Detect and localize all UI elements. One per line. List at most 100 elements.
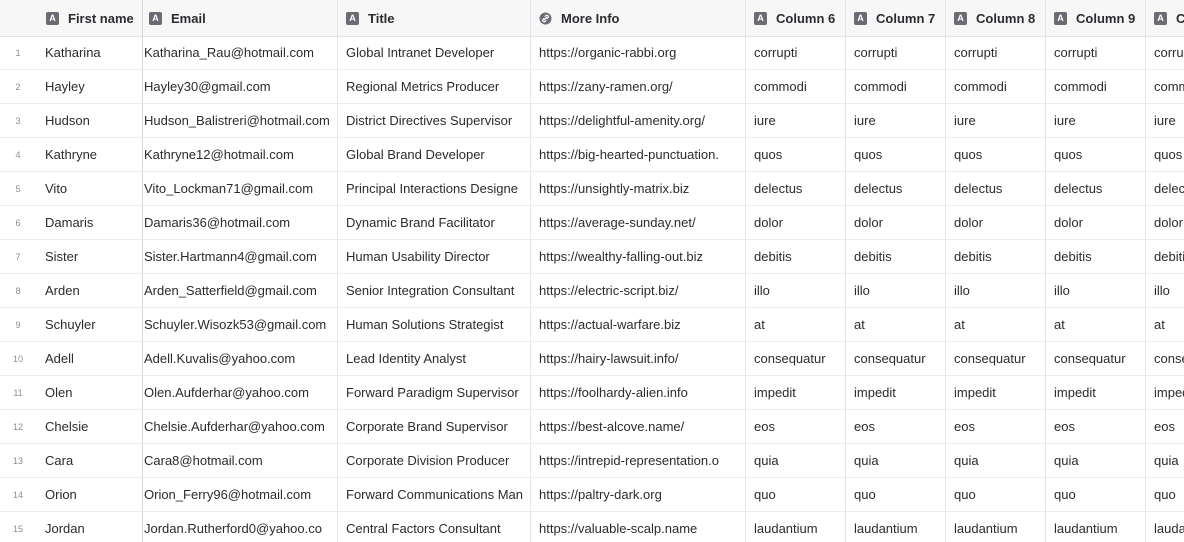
- cell-first-name[interactable]: Olen: [36, 376, 143, 409]
- cell-column-9[interactable]: illo: [1046, 274, 1146, 307]
- cell-column-6[interactable]: debitis: [746, 240, 846, 273]
- cell-more-info[interactable]: https://delightful-amenity.org/: [531, 104, 746, 137]
- cell-title[interactable]: Global Brand Developer: [338, 138, 531, 171]
- cell-column-10[interactable]: impedit: [1146, 376, 1184, 409]
- cell-title[interactable]: Senior Integration Consultant: [338, 274, 531, 307]
- cell-column-9[interactable]: laudantium: [1046, 512, 1146, 542]
- cell-column-10[interactable]: iure: [1146, 104, 1184, 137]
- cell-title[interactable]: Dynamic Brand Facilitator: [338, 206, 531, 239]
- cell-first-name[interactable]: Chelsie: [36, 410, 143, 443]
- cell-first-name[interactable]: Orion: [36, 478, 143, 511]
- cell-more-info[interactable]: https://zany-ramen.org/: [531, 70, 746, 103]
- cell-more-info[interactable]: https://foolhardy-alien.info: [531, 376, 746, 409]
- cell-column-8[interactable]: illo: [946, 274, 1046, 307]
- cell-more-info[interactable]: https://best-alcove.name/: [531, 410, 746, 443]
- cell-title[interactable]: Forward Paradigm Supervisor: [338, 376, 531, 409]
- cell-more-info[interactable]: https://hairy-lawsuit.info/: [531, 342, 746, 375]
- cell-column-6[interactable]: eos: [746, 410, 846, 443]
- cell-column-9[interactable]: quia: [1046, 444, 1146, 477]
- cell-first-name[interactable]: Katharina: [36, 36, 143, 69]
- cell-column-6[interactable]: quos: [746, 138, 846, 171]
- cell-email[interactable]: Hudson_Balistreri@hotmail.com: [143, 104, 338, 137]
- cell-column-10[interactable]: corrupti: [1146, 36, 1184, 69]
- table-row[interactable]: 11 Olen Olen.Aufderhar@yahoo.com Forward Pa…: [0, 376, 1184, 410]
- table-row[interactable]: 7 Sister Sister.Hartmann4@gmail.com Human U…: [0, 240, 1184, 274]
- cell-column-10[interactable]: delectus: [1146, 172, 1184, 205]
- cell-column-6[interactable]: delectus: [746, 172, 846, 205]
- cell-column-8[interactable]: debitis: [946, 240, 1046, 273]
- cell-column-7[interactable]: laudantium: [846, 512, 946, 542]
- cell-title[interactable]: Regional Metrics Producer: [338, 70, 531, 103]
- cell-more-info[interactable]: https://intrepid-representation.o: [531, 444, 746, 477]
- cell-column-6[interactable]: laudantium: [746, 512, 846, 542]
- cell-column-8[interactable]: consequatur: [946, 342, 1046, 375]
- cell-column-10[interactable]: consequatur: [1146, 342, 1184, 375]
- cell-column-8[interactable]: iure: [946, 104, 1046, 137]
- cell-column-8[interactable]: laudantium: [946, 512, 1046, 542]
- cell-column-6[interactable]: iure: [746, 104, 846, 137]
- column-header-email[interactable]: A Email: [143, 0, 338, 36]
- column-header-column-9[interactable]: A Column 9: [1046, 0, 1146, 36]
- cell-column-8[interactable]: corrupti: [946, 36, 1046, 69]
- cell-column-6[interactable]: illo: [746, 274, 846, 307]
- cell-title[interactable]: Corporate Division Producer: [338, 444, 531, 477]
- cell-email[interactable]: Damaris36@hotmail.com: [143, 206, 338, 239]
- cell-more-info[interactable]: https://big-hearted-punctuation.: [531, 138, 746, 171]
- cell-title[interactable]: District Directives Supervisor: [338, 104, 531, 137]
- cell-column-6[interactable]: impedit: [746, 376, 846, 409]
- cell-column-6[interactable]: dolor: [746, 206, 846, 239]
- cell-title[interactable]: Lead Identity Analyst: [338, 342, 531, 375]
- cell-column-7[interactable]: at: [846, 308, 946, 341]
- cell-column-8[interactable]: quo: [946, 478, 1046, 511]
- cell-email[interactable]: Chelsie.Aufderhar@yahoo.com: [143, 410, 338, 443]
- table-row[interactable]: 8 Arden Arden_Satterfield@gmail.com Senior …: [0, 274, 1184, 308]
- cell-column-9[interactable]: impedit: [1046, 376, 1146, 409]
- cell-more-info[interactable]: https://valuable-scalp.name: [531, 512, 746, 542]
- column-header-more-info[interactable]: More Info: [531, 0, 746, 36]
- cell-column-10[interactable]: debitis: [1146, 240, 1184, 273]
- cell-column-7[interactable]: corrupti: [846, 36, 946, 69]
- cell-column-7[interactable]: eos: [846, 410, 946, 443]
- cell-column-9[interactable]: dolor: [1046, 206, 1146, 239]
- cell-column-8[interactable]: dolor: [946, 206, 1046, 239]
- column-header-column-8[interactable]: A Column 8: [946, 0, 1046, 36]
- cell-column-7[interactable]: quos: [846, 138, 946, 171]
- cell-column-6[interactable]: quia: [746, 444, 846, 477]
- cell-more-info[interactable]: https://actual-warfare.biz: [531, 308, 746, 341]
- cell-column-7[interactable]: consequatur: [846, 342, 946, 375]
- cell-first-name[interactable]: Jordan: [36, 512, 143, 542]
- cell-email[interactable]: Schuyler.Wisozk53@gmail.com: [143, 308, 338, 341]
- cell-email[interactable]: Jordan.Rutherford0@yahoo.co: [143, 512, 338, 542]
- table-row[interactable]: 4 Kathryne Kathryne12@hotmail.com Global Br…: [0, 138, 1184, 172]
- cell-column-6[interactable]: commodi: [746, 70, 846, 103]
- cell-first-name[interactable]: Schuyler: [36, 308, 143, 341]
- cell-more-info[interactable]: https://average-sunday.net/: [531, 206, 746, 239]
- table-row[interactable]: 9 Schuyler Schuyler.Wisozk53@gmail.com Huma…: [0, 308, 1184, 342]
- cell-email[interactable]: Olen.Aufderhar@yahoo.com: [143, 376, 338, 409]
- cell-column-7[interactable]: debitis: [846, 240, 946, 273]
- cell-column-10[interactable]: dolor: [1146, 206, 1184, 239]
- cell-column-8[interactable]: quia: [946, 444, 1046, 477]
- cell-title[interactable]: Global Intranet Developer: [338, 36, 531, 69]
- cell-first-name[interactable]: Hayley: [36, 70, 143, 103]
- cell-column-7[interactable]: commodi: [846, 70, 946, 103]
- cell-column-8[interactable]: impedit: [946, 376, 1046, 409]
- cell-more-info[interactable]: https://paltry-dark.org: [531, 478, 746, 511]
- cell-title[interactable]: Corporate Brand Supervisor: [338, 410, 531, 443]
- cell-email[interactable]: Sister.Hartmann4@gmail.com: [143, 240, 338, 273]
- cell-more-info[interactable]: https://electric-script.biz/: [531, 274, 746, 307]
- cell-column-10[interactable]: quia: [1146, 444, 1184, 477]
- cell-column-9[interactable]: quos: [1046, 138, 1146, 171]
- cell-title[interactable]: Central Factors Consultant: [338, 512, 531, 542]
- table-row[interactable]: 15 Jordan Jordan.Rutherford0@yahoo.co Centr…: [0, 512, 1184, 542]
- table-row[interactable]: 6 Damaris Damaris36@hotmail.com Dynamic Bra…: [0, 206, 1184, 240]
- cell-column-9[interactable]: eos: [1046, 410, 1146, 443]
- cell-column-9[interactable]: corrupti: [1046, 36, 1146, 69]
- cell-more-info[interactable]: https://wealthy-falling-out.biz: [531, 240, 746, 273]
- cell-column-9[interactable]: iure: [1046, 104, 1146, 137]
- cell-column-7[interactable]: illo: [846, 274, 946, 307]
- cell-column-7[interactable]: dolor: [846, 206, 946, 239]
- column-header-first-name[interactable]: A First name: [36, 0, 143, 36]
- cell-first-name[interactable]: Cara: [36, 444, 143, 477]
- cell-column-8[interactable]: commodi: [946, 70, 1046, 103]
